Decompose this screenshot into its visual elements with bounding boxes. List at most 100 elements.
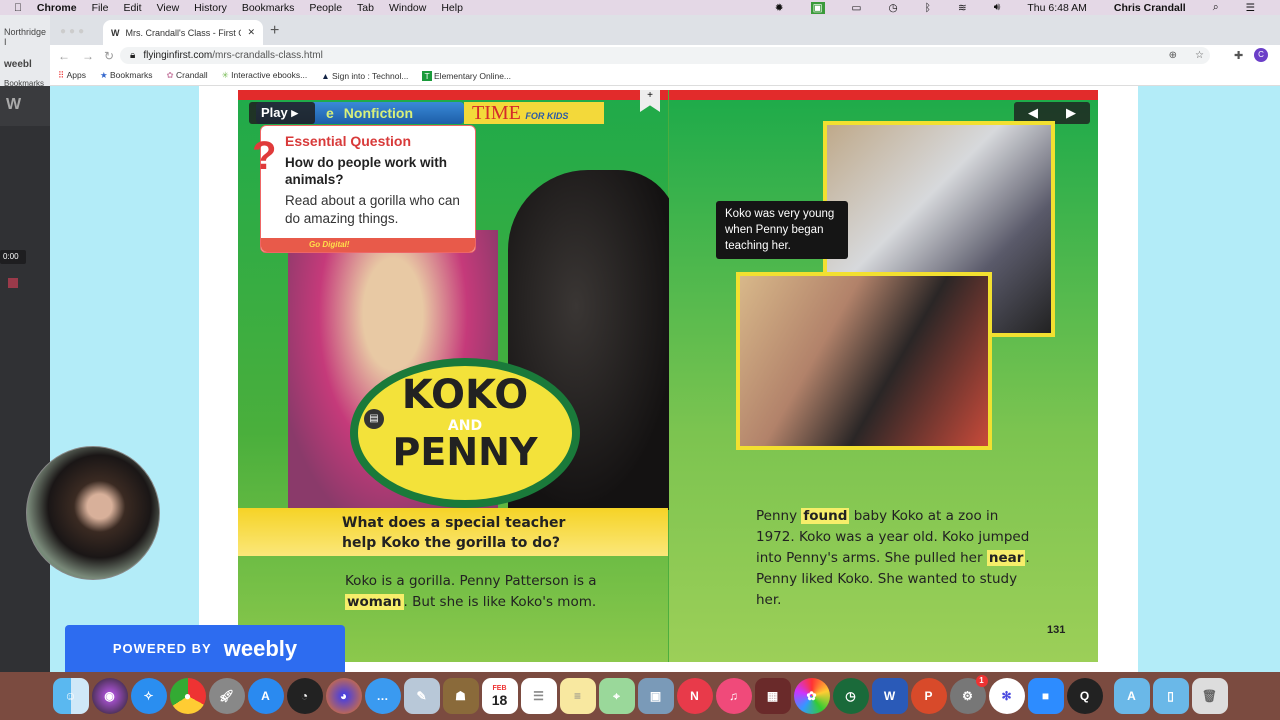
essential-question: How do people work with animals?	[285, 155, 447, 187]
menu-window[interactable]: Window	[389, 2, 426, 14]
page-number: 131	[1047, 624, 1066, 636]
reload-icon[interactable]: ↻	[104, 49, 114, 63]
photo-caption: Koko was very young when Penny began tea…	[716, 201, 848, 259]
bluetooth-icon[interactable]: ᛒ	[925, 2, 931, 14]
powered-by-weebly-banner[interactable]: POWERED BY weebly	[65, 625, 345, 672]
airplay-icon[interactable]: ▭	[852, 2, 862, 14]
dashboard-icon[interactable]: ◔	[286, 678, 323, 714]
gear-status-icon[interactable]: ✹	[775, 2, 784, 14]
left-page-text: Koko is a gorilla. Penny Patterson is a …	[345, 573, 597, 610]
bookmark-ribbon-icon[interactable]: +	[640, 90, 660, 112]
applications-folder-icon[interactable]: A	[1113, 678, 1150, 714]
menu-help[interactable]: Help	[441, 2, 463, 14]
notification-badge: 1	[975, 675, 988, 687]
volume-icon[interactable]: 🔊︎	[994, 1, 1001, 14]
bookmark-elementary-online[interactable]: T Elementary Online...	[422, 70, 511, 81]
notes-icon[interactable]: ≡	[559, 678, 596, 714]
bookmark-crandall[interactable]: ✿ Crandall	[167, 70, 208, 81]
koko-and-penny-logo: KOKO AND PENNY	[350, 358, 580, 508]
clock[interactable]: Thu 6:48 AM	[1027, 2, 1087, 14]
stop-recording-button[interactable]	[8, 278, 18, 288]
zoom-icon[interactable]: ⊕	[1169, 50, 1177, 61]
spotlight-icon[interactable]: ⌕	[1213, 1, 1219, 14]
go-digital-label[interactable]: Go Digital!	[261, 238, 475, 252]
weebly-logo-icon[interactable]: W	[0, 86, 50, 126]
image-capture-icon[interactable]: ▣	[637, 678, 674, 714]
crandall-icon: ✿	[166, 70, 174, 80]
zoom-app-icon[interactable]: ■	[1027, 678, 1064, 714]
close-tab-icon[interactable]: ✕	[247, 27, 255, 38]
user-name[interactable]: Chris Crandall	[1114, 2, 1186, 14]
play-button[interactable]: Play ▸	[249, 102, 315, 124]
background-tab[interactable]: Northridge I	[4, 27, 46, 47]
reminders-icon[interactable]: ☰	[520, 678, 557, 714]
preview-icon[interactable]: ✎	[403, 678, 440, 714]
launchpad-icon[interactable]: 🚀︎	[208, 678, 245, 714]
back-icon[interactable]: ←	[58, 49, 70, 63]
menu-history[interactable]: History	[194, 2, 227, 14]
lock-icon: 🔒︎	[130, 50, 136, 61]
calendar-icon[interactable]: FEB 18	[481, 678, 518, 714]
app-snowflake-icon[interactable]: ✻	[988, 678, 1025, 714]
safari-icon[interactable]: ✧	[130, 678, 167, 714]
messages-icon[interactable]: …	[364, 678, 401, 714]
finder-icon[interactable]: ☺	[52, 678, 89, 714]
photo-booth-icon[interactable]: ▦	[754, 678, 791, 714]
bookmark-bookmarks[interactable]: ★ Bookmarks	[100, 70, 153, 81]
address-bar[interactable]: 🔒︎ flyinginfirst.com/mrs-crandalls-class…	[120, 47, 1210, 64]
previous-page-button[interactable]: ◀	[1028, 105, 1038, 121]
next-page-button[interactable]: ▶	[1066, 105, 1076, 121]
contacts-icon[interactable]: ☗	[442, 678, 479, 714]
notification-center-icon[interactable]: ☰	[1246, 2, 1255, 14]
window-controls[interactable]: ●●●	[60, 26, 87, 37]
recording-timer: 0:00	[0, 250, 26, 264]
apple-icon[interactable]: 	[14, 2, 22, 14]
tab-mrs-crandalls-class[interactable]: W Mrs. Crandall's Class - First Gr ✕	[103, 20, 263, 45]
green-app-icon[interactable]: ▣	[810, 1, 825, 14]
firefox-icon[interactable]: ◕	[325, 678, 362, 714]
menu-bookmarks[interactable]: Bookmarks	[242, 2, 295, 14]
star-icon[interactable]: ☆	[1195, 50, 1204, 61]
essential-question-prompt: Read about a gorilla who can do amazing …	[285, 193, 460, 226]
background-address[interactable]: weebl	[4, 59, 46, 70]
menu-bar:  Chrome File Edit View History Bookmark…	[0, 0, 1280, 15]
webcam-overlay[interactable]	[26, 446, 160, 580]
quicktime-icon[interactable]: Q	[1066, 678, 1103, 714]
menu-app[interactable]: Chrome	[37, 2, 77, 14]
menu-tab[interactable]: Tab	[357, 2, 374, 14]
chrome-icon[interactable]: ●	[169, 678, 206, 714]
time-machine-icon[interactable]: ◷	[888, 2, 897, 14]
music-icon[interactable]: ♫	[715, 678, 752, 714]
menu-edit[interactable]: Edit	[123, 2, 141, 14]
powerpoint-icon[interactable]: P	[910, 678, 947, 714]
star-icon: ★	[99, 70, 108, 80]
siri-icon[interactable]: ◉	[91, 678, 128, 714]
maps-icon[interactable]: ⌖	[598, 678, 635, 714]
photos-icon[interactable]: ✿	[793, 678, 830, 714]
word-icon[interactable]: W	[871, 678, 908, 714]
menu-file[interactable]: File	[92, 2, 109, 14]
app-store-icon[interactable]: A	[247, 678, 284, 714]
system-preferences-icon[interactable]: ⚙ 1	[949, 675, 988, 714]
url-domain: flyinginfirst.com	[143, 50, 213, 61]
menu-view[interactable]: View	[157, 2, 180, 14]
menu-people[interactable]: People	[309, 2, 342, 14]
apps-grid-icon: ⠿	[58, 70, 65, 80]
genre-label: e Nonfiction	[326, 105, 414, 121]
documents-folder-icon[interactable]: ▯	[1152, 678, 1189, 714]
news-icon[interactable]: N	[676, 678, 713, 714]
trash-icon[interactable]: 🗑︎	[1191, 678, 1228, 714]
extensions-icon[interactable]: ✚	[1234, 49, 1243, 62]
bookmark-interactive-ebooks[interactable]: ✳ Interactive ebooks...	[222, 70, 308, 81]
essential-question-title: Essential Question	[285, 133, 412, 149]
audio-icon[interactable]: ▤	[364, 409, 384, 429]
background-window[interactable]: Northridge I weebl Bookmarks	[0, 15, 50, 88]
wifi-icon[interactable]: ≋	[958, 2, 967, 14]
new-tab-button[interactable]: +	[270, 22, 279, 40]
ebooks-icon: ✳	[221, 70, 229, 80]
time-machine-app-icon[interactable]: ◷	[832, 678, 869, 714]
bookmark-sign-into[interactable]: ▲ Sign into : Technol...	[321, 71, 408, 81]
bookmark-apps[interactable]: ⠿ Apps	[58, 70, 86, 81]
profile-avatar[interactable]: C	[1254, 48, 1268, 62]
forward-icon[interactable]: →	[82, 49, 94, 63]
